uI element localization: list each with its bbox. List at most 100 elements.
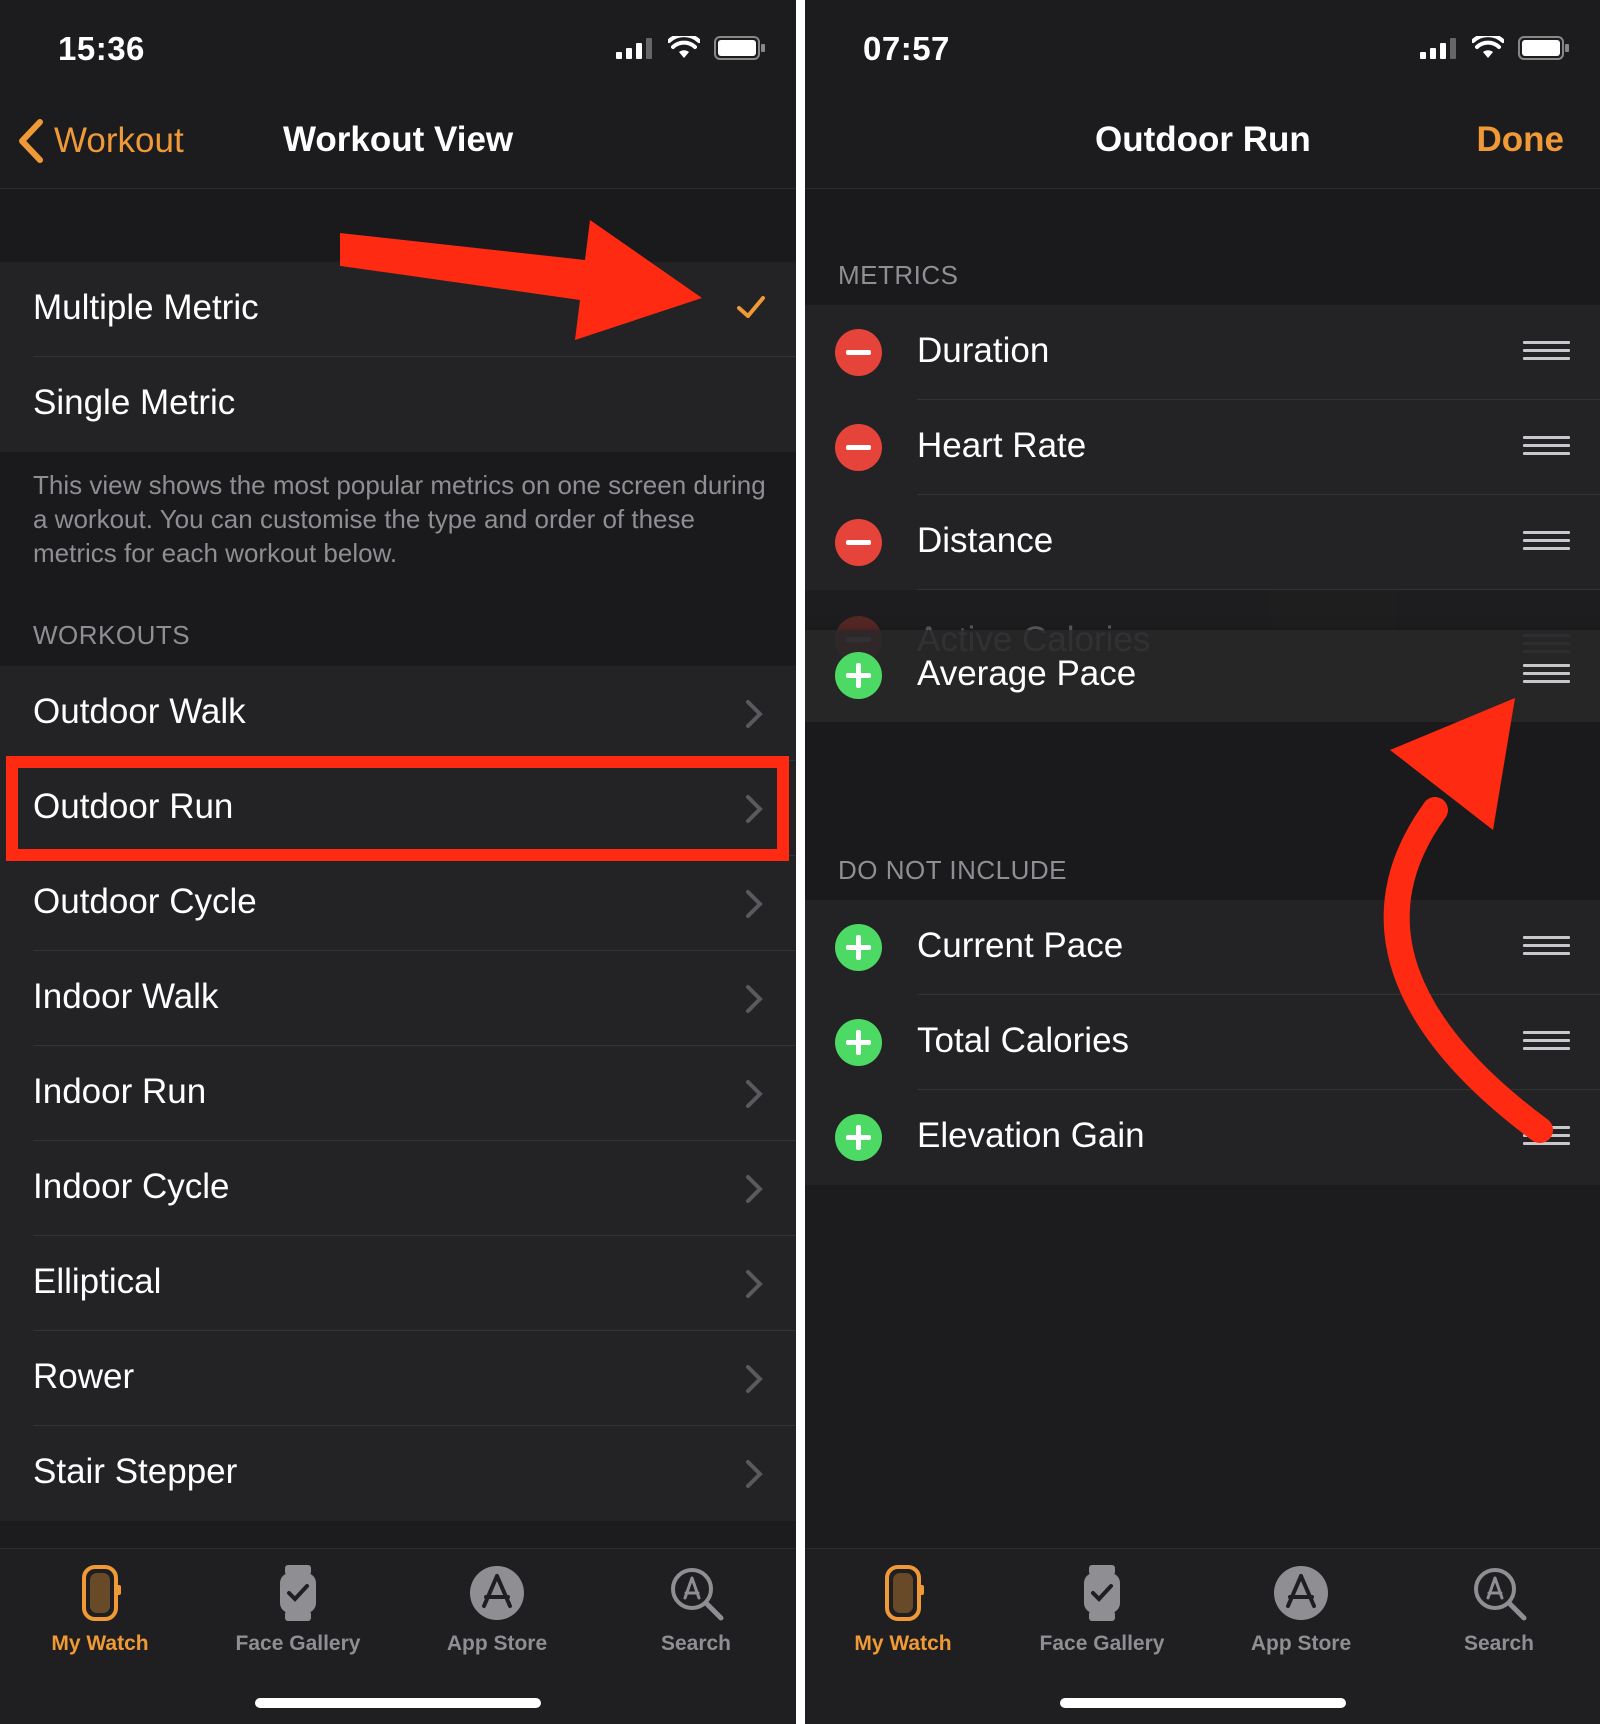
- view-option-label: Single Metric: [33, 383, 236, 422]
- face-gallery-icon: [1084, 1565, 1120, 1621]
- tab-my-watch[interactable]: My Watch: [0, 1563, 200, 1656]
- reorder-handle-icon[interactable]: [1523, 664, 1570, 686]
- metric-row-heart-rate[interactable]: Heart Rate: [805, 400, 1600, 495]
- reorder-handle-icon[interactable]: [1523, 341, 1570, 363]
- tab-face-gallery[interactable]: Face Gallery: [198, 1563, 398, 1656]
- chevron-right-icon: [746, 1270, 763, 1298]
- tab-label: Search: [1463, 1632, 1535, 1655]
- chevron-left-icon: [19, 119, 43, 163]
- signal-icon: [616, 38, 652, 59]
- done-button[interactable]: Done: [1477, 120, 1565, 160]
- metric-label: Average Pace: [917, 654, 1137, 693]
- workout-item-rower[interactable]: Rower: [0, 1331, 796, 1426]
- metric-row-duration[interactable]: Duration: [805, 305, 1600, 400]
- workout-item-outdoor-walk[interactable]: Outdoor Walk: [0, 666, 796, 761]
- metric-label: Heart Rate: [917, 426, 1087, 465]
- tab-app-store[interactable]: App Store: [1201, 1563, 1401, 1656]
- chevron-right-icon: [746, 1080, 763, 1108]
- tab-app-store[interactable]: App Store: [397, 1563, 597, 1656]
- signal-icon: [1420, 38, 1456, 59]
- view-description: This view shows the most popular metrics…: [33, 470, 766, 568]
- tab-my-watch[interactable]: My Watch: [805, 1563, 1003, 1656]
- chevron-right-icon: [746, 890, 763, 918]
- metric-row-elevation-gain[interactable]: Elevation Gain: [805, 1090, 1600, 1185]
- home-indicator[interactable]: [1059, 1698, 1346, 1708]
- tab-label: Face Gallery: [1039, 1632, 1165, 1655]
- tab-label: My Watch: [854, 1632, 952, 1655]
- metric-label: Duration: [917, 331, 1050, 370]
- page-title: Outdoor Run: [1095, 120, 1311, 159]
- workout-label: Stair Stepper: [33, 1452, 238, 1491]
- reorder-handle-icon[interactable]: [1523, 1031, 1570, 1053]
- back-button[interactable]: Workout: [16, 118, 184, 164]
- workout-item-indoor-run[interactable]: Indoor Run: [0, 1046, 796, 1141]
- remove-button[interactable]: [835, 424, 882, 471]
- tab-label: My Watch: [51, 1632, 149, 1655]
- app-store-icon: [1274, 1566, 1328, 1620]
- workout-item-indoor-walk[interactable]: Indoor Walk: [0, 951, 796, 1046]
- workout-label: Rower: [33, 1357, 135, 1396]
- view-option-single-metric[interactable]: Single Metric: [0, 357, 796, 452]
- section-spacer: [0, 189, 796, 261]
- metric-row-distance[interactable]: Distance: [805, 495, 1600, 590]
- navigation-bar: Workout Workout View: [0, 100, 796, 189]
- back-label: Workout: [54, 121, 184, 160]
- add-button[interactable]: [835, 1019, 882, 1066]
- watch-icon: [82, 1565, 121, 1621]
- remove-button[interactable]: [835, 519, 882, 566]
- status-bar: 07:57: [805, 0, 1600, 100]
- workout-item-stair-stepper[interactable]: Stair Stepper: [0, 1426, 796, 1521]
- chevron-right-icon: [746, 1175, 763, 1203]
- workouts-section-header: WORKOUTS: [33, 620, 191, 650]
- workout-item-outdoor-cycle[interactable]: Outdoor Cycle: [0, 856, 796, 951]
- search-icon: [671, 1568, 724, 1621]
- chevron-right-icon: [746, 1365, 763, 1393]
- status-time: 07:57: [863, 30, 950, 67]
- workout-label: Elliptical: [33, 1262, 162, 1301]
- search-icon: [1474, 1568, 1527, 1621]
- wifi-icon: [668, 36, 700, 58]
- chevron-right-icon: [746, 700, 763, 728]
- page-title: Workout View: [283, 120, 514, 159]
- status-icons: [616, 36, 766, 60]
- metric-row-current-pace[interactable]: Current Pace: [805, 900, 1600, 995]
- left-screen: 15:36 Workout Workout View Multiple Metr…: [0, 0, 796, 1724]
- watch-icon: [885, 1565, 924, 1621]
- add-button[interactable]: [835, 1114, 882, 1161]
- remove-button[interactable]: [835, 329, 882, 376]
- status-time: 15:36: [58, 30, 145, 67]
- workout-item-elliptical[interactable]: Elliptical: [0, 1236, 796, 1331]
- metric-label: Elevation Gain: [917, 1116, 1145, 1155]
- metric-label: Total Calories: [917, 1021, 1130, 1060]
- chevron-right-icon: [746, 985, 763, 1013]
- tab-search[interactable]: Search: [596, 1563, 796, 1656]
- metric-row-total-calories[interactable]: Total Calories: [805, 995, 1600, 1090]
- battery-icon: [714, 36, 765, 60]
- tab-search[interactable]: Search: [1399, 1563, 1599, 1656]
- home-indicator[interactable]: [255, 1698, 541, 1708]
- view-option-multiple-metric[interactable]: Multiple Metric: [0, 262, 796, 357]
- workout-item-outdoor-run[interactable]: Outdoor Run: [0, 761, 796, 856]
- do-not-include-section-header: DO NOT INCLUDE: [838, 855, 1067, 885]
- add-button[interactable]: [835, 924, 882, 971]
- navigation-bar: Outdoor Run Done: [805, 100, 1600, 189]
- reorder-handle-icon[interactable]: [1523, 531, 1570, 553]
- workout-label: Indoor Run: [33, 1072, 207, 1111]
- battery-icon: [1518, 36, 1569, 60]
- wifi-icon: [1472, 36, 1504, 58]
- workout-item-indoor-cycle[interactable]: Indoor Cycle: [0, 1141, 796, 1236]
- reorder-handle-icon[interactable]: [1523, 936, 1570, 958]
- reorder-handle-icon[interactable]: [1523, 436, 1570, 458]
- tab-label: App Store: [446, 1632, 548, 1655]
- app-store-icon: [470, 1566, 524, 1620]
- status-bar: 15:36: [0, 0, 796, 100]
- add-button[interactable]: [835, 652, 882, 699]
- reorder-handle-icon[interactable]: [1523, 1126, 1570, 1148]
- tab-face-gallery[interactable]: Face Gallery: [1002, 1563, 1202, 1656]
- tab-label: App Store: [1250, 1632, 1352, 1655]
- metrics-section-header: METRICS: [838, 260, 959, 290]
- metric-row-average-pace-dragging[interactable]: Average Pace: [805, 630, 1600, 722]
- workout-label: Outdoor Run: [33, 787, 234, 826]
- face-gallery-icon: [280, 1565, 316, 1621]
- tab-bar: My Watch Face Gallery App Store Search: [0, 1548, 796, 1724]
